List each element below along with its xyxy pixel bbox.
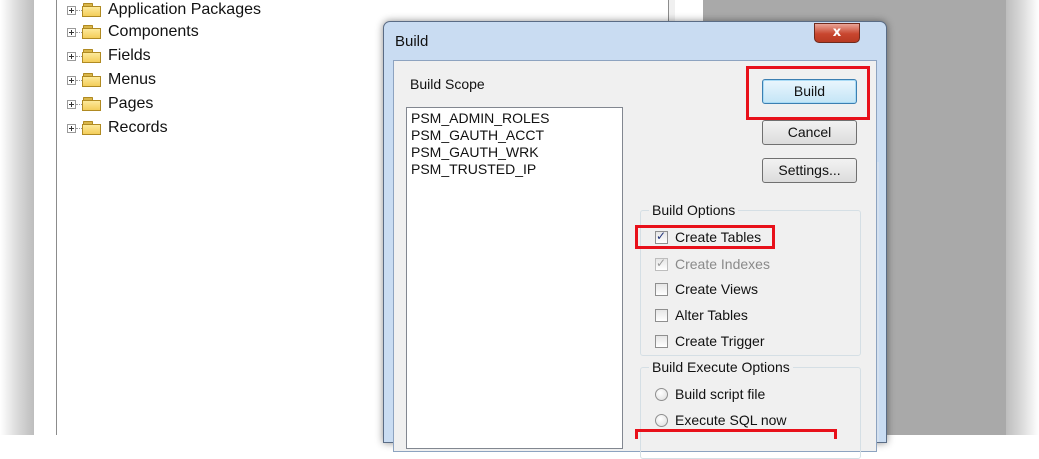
tree-item-menus[interactable]: Menus xyxy=(62,68,261,92)
background-right xyxy=(1006,0,1039,435)
background-left xyxy=(0,0,34,435)
tree-item-pages[interactable]: Pages xyxy=(62,92,261,116)
alter-tables-checkbox[interactable]: Alter Tables xyxy=(655,305,748,325)
build-options-label: Build Options xyxy=(649,202,739,218)
build-scope-label: Build Scope xyxy=(410,76,485,92)
expand-icon[interactable] xyxy=(67,75,76,85)
create-indexes-checkbox: Create Indexes xyxy=(655,254,770,274)
tree-item-label: Application Packages xyxy=(108,1,261,18)
checkbox-label: Create Trigger xyxy=(675,333,765,349)
highlight-execute-option xyxy=(635,429,837,439)
tree-item-label: Components xyxy=(108,23,199,40)
cancel-button[interactable]: Cancel xyxy=(762,120,857,145)
dialog-title: Build xyxy=(395,33,429,50)
close-icon: x xyxy=(832,25,842,40)
build-scope-list[interactable]: PSM_ADMIN_ROLES PSM_GAUTH_ACCT PSM_GAUTH… xyxy=(406,107,623,449)
expand-icon[interactable] xyxy=(67,27,76,37)
radio-label: Execute SQL now xyxy=(675,412,787,428)
expand-icon[interactable] xyxy=(67,123,76,133)
checkbox-label: Create Views xyxy=(675,281,759,297)
checkbox-label: Create Indexes xyxy=(675,256,770,272)
create-views-checkbox[interactable]: Create Views xyxy=(655,279,758,299)
build-script-file-radio[interactable]: Build script file xyxy=(655,384,765,404)
tree-item-label: Pages xyxy=(108,95,154,112)
folder-icon xyxy=(82,48,102,64)
radio-icon[interactable] xyxy=(655,387,668,401)
list-item[interactable]: PSM_GAUTH_ACCT xyxy=(407,127,622,144)
tree-item-application-packages[interactable]: Application Packages xyxy=(62,0,261,20)
tree-item-records[interactable]: Records xyxy=(62,116,261,140)
folder-icon xyxy=(82,72,102,88)
create-trigger-checkbox[interactable]: Create Trigger xyxy=(655,331,764,351)
checkbox-icon[interactable] xyxy=(655,334,668,348)
list-item[interactable]: PSM_ADMIN_ROLES xyxy=(407,110,622,127)
expand-icon[interactable] xyxy=(67,99,76,109)
tree-item-components[interactable]: Components xyxy=(62,20,261,44)
checkbox-checked-icon xyxy=(655,256,668,271)
execute-sql-now-radio[interactable]: Execute SQL now xyxy=(655,410,787,430)
tree-item-label: Menus xyxy=(108,71,157,88)
project-tree: Application Packages Components Fields M… xyxy=(62,0,261,140)
expand-icon[interactable] xyxy=(67,51,76,61)
list-item[interactable]: PSM_GAUTH_WRK xyxy=(407,144,622,161)
folder-icon xyxy=(82,96,102,112)
tree-item-label: Fields xyxy=(108,47,151,64)
highlight-create-tables xyxy=(635,225,775,249)
radio-label: Build script file xyxy=(675,386,766,402)
close-button[interactable]: x xyxy=(814,23,860,43)
checkbox-icon[interactable] xyxy=(655,308,668,322)
checkbox-icon[interactable] xyxy=(655,282,668,296)
tree-item-fields[interactable]: Fields xyxy=(62,44,261,68)
expand-icon[interactable] xyxy=(67,5,76,15)
build-execute-options-group: Build Execute Options Build script file … xyxy=(640,359,861,459)
tree-item-label: Records xyxy=(108,119,168,136)
folder-icon xyxy=(82,120,102,136)
highlight-build-button xyxy=(746,66,870,120)
folder-icon xyxy=(82,2,102,18)
list-item[interactable]: PSM_TRUSTED_IP xyxy=(407,161,622,178)
checkbox-label: Alter Tables xyxy=(675,307,748,323)
radio-icon[interactable] xyxy=(655,413,668,427)
build-execute-options-label: Build Execute Options xyxy=(649,359,793,375)
folder-icon xyxy=(82,24,102,40)
settings-button[interactable]: Settings... xyxy=(762,158,857,183)
